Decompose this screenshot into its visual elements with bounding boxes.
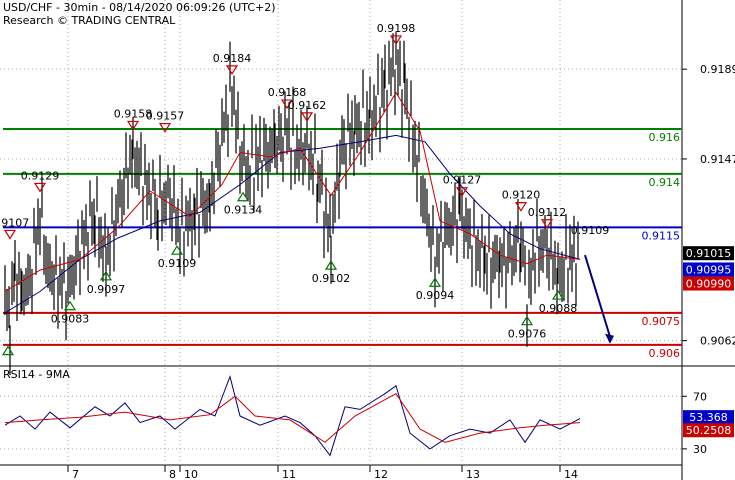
high-marker-label: 0.9162 <box>288 99 327 112</box>
high-marker-label: 0.9168 <box>268 86 307 99</box>
x-tick-label: 8 <box>169 468 176 480</box>
y-tick-label: 0.9189 <box>700 63 735 76</box>
low-marker-label: 0.9102 <box>312 272 351 285</box>
level-label: 0.9115 <box>642 229 681 242</box>
x-tick-label: 11 <box>282 468 296 480</box>
low-marker-label: 0.9083 <box>51 313 90 326</box>
low-marker-label: 0.9094 <box>416 289 455 302</box>
blue-ma-tag-label: 0.90995 <box>686 263 732 276</box>
y-tick-label: 0.9062 <box>700 335 735 348</box>
low-marker-label: 0.9097 <box>87 283 126 296</box>
rsi-title: RSI14 - 9MA <box>3 368 70 381</box>
red-ma-tag: 0.90990 <box>683 276 734 291</box>
x-tick-label: 12 <box>374 468 388 480</box>
x-tick-label: 14 <box>564 468 578 480</box>
high-marker-label: 0.9157 <box>146 110 185 123</box>
rsi-ma-tag-label: 50.2508 <box>686 424 732 437</box>
high-marker-label: 0.9129 <box>21 169 60 182</box>
level-label: 0.9075 <box>642 315 681 328</box>
y-tick-label: 0.9147 <box>700 153 735 166</box>
chart-title: USD/CHF - 30min - 08/14/2020 06:09:26 (U… <box>3 1 276 14</box>
level-label: 0.916 <box>649 131 681 144</box>
high-marker-label: 0.9184 <box>213 52 252 65</box>
high-marker-label: 0.9107 <box>0 216 29 229</box>
last-price-tag-label: 0.91015 <box>686 247 732 260</box>
x-tick-label: 13 <box>466 468 480 480</box>
chart-subtitle: Research © TRADING CENTRAL <box>3 14 176 27</box>
high-marker-label: 0.9198 <box>377 22 416 35</box>
red-ma-tag-label: 0.90990 <box>686 278 732 291</box>
last-price-tag: 0.91015 <box>683 246 734 261</box>
annotation-label: 0.9109 <box>571 224 610 237</box>
rsi-y-tick-label: 30 <box>693 443 707 456</box>
level-label: 0.906 <box>649 347 681 360</box>
x-tick-label: 7 <box>72 468 79 480</box>
rsi-tag-label: 53.368 <box>689 411 728 424</box>
usdchf-chart: 0.916 0.914 0.9115 0.9075 0.906 0.9107 0.9129… <box>0 0 735 480</box>
high-marker-label: 0.9120 <box>502 189 541 202</box>
rsi-ma-tag: 50.2508 <box>683 423 734 438</box>
blue-ma-tag: 0.90995 <box>683 262 734 277</box>
rsi-y-tick-label: 70 <box>693 390 707 403</box>
high-marker-label: 0.9127 <box>443 174 482 187</box>
low-marker-label: 0.9076 <box>508 328 547 341</box>
low-marker-label: 0.9134 <box>224 204 263 217</box>
low-marker-label: 0.9088 <box>539 302 578 315</box>
x-tick-label: 10 <box>184 468 198 480</box>
rsi-tag: 53.368 <box>683 410 734 425</box>
high-marker-label: 0.9112 <box>528 206 567 219</box>
low-marker-label: 0.9109 <box>158 257 197 270</box>
level-label: 0.914 <box>649 176 681 189</box>
